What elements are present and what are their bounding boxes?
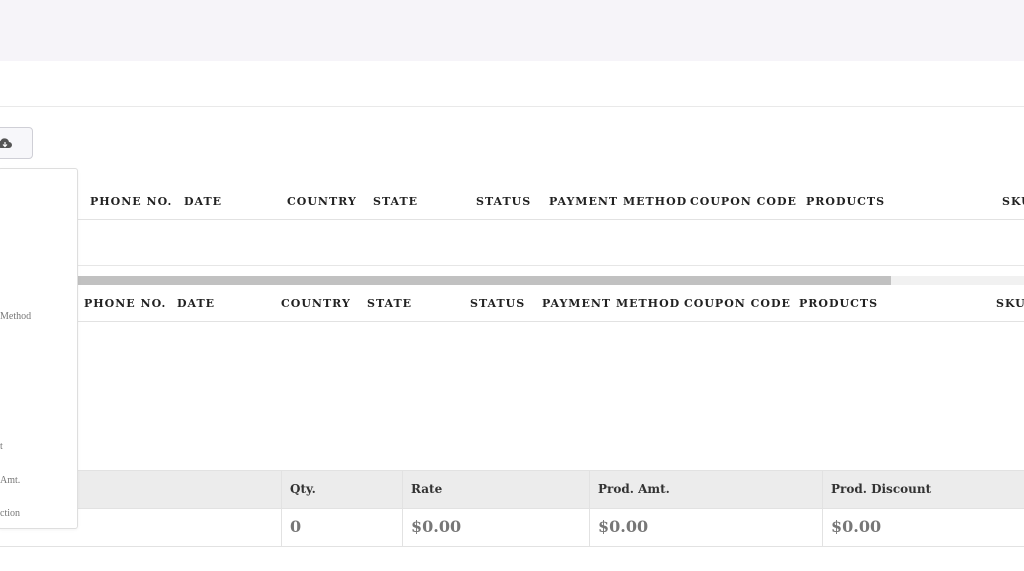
col-date[interactable]: DATE: [177, 297, 215, 310]
export-button[interactable]: [0, 127, 33, 159]
totals-prod-amt-value: $0.00: [598, 517, 649, 536]
col-payment-method[interactable]: PAYMENT METHOD: [542, 297, 680, 310]
col-date[interactable]: DATE: [184, 195, 222, 208]
totals-header: Qty. Rate Prod. Amt. Prod. Discount: [0, 470, 1024, 509]
col-status[interactable]: STATUS: [470, 297, 525, 310]
menu-item-deduction[interactable]: ction: [0, 508, 20, 519]
menu-item-partial[interactable]: t: [0, 441, 3, 452]
table-empty-body: [0, 265, 1024, 266]
column-visibility-menu: Method t Amt. ction: [0, 168, 78, 529]
totals-prod-amt-header: Prod. Amt.: [598, 482, 670, 496]
col-status[interactable]: STATUS: [476, 195, 531, 208]
totals-rate-value: $0.00: [411, 517, 462, 536]
horizontal-scrollbar[interactable]: [78, 276, 1024, 285]
menu-item-amount[interactable]: Amt.: [0, 475, 20, 486]
col-phone-no[interactable]: PHONE NO.: [84, 297, 166, 310]
top-bar: [0, 0, 1024, 61]
table-header: PHONE NO. DATE COUNTRY STATE STATUS PAYM…: [0, 184, 1024, 220]
col-coupon-code[interactable]: COUPON CODE: [684, 297, 791, 310]
menu-item-payment-method[interactable]: Method: [0, 311, 31, 322]
col-country[interactable]: COUNTRY: [287, 195, 357, 208]
totals-qty-header: Qty.: [290, 482, 316, 496]
col-state[interactable]: STATE: [367, 297, 412, 310]
totals-rate-header: Rate: [411, 482, 443, 496]
totals-qty-value: 0: [290, 517, 302, 536]
col-phone-no[interactable]: PHONE NO.: [90, 195, 172, 208]
col-products[interactable]: PRODUCTS: [799, 297, 878, 310]
header-divider: [0, 106, 1024, 107]
col-country[interactable]: COUNTRY: [281, 297, 351, 310]
cloud-download-icon: [0, 138, 12, 149]
col-products[interactable]: PRODUCTS: [806, 195, 885, 208]
table-scroll-header: PHONE NO. DATE COUNTRY STATE STATUS PAYM…: [0, 286, 1024, 322]
col-sku[interactable]: SKU: [996, 297, 1024, 310]
col-coupon-code[interactable]: COUPON CODE: [690, 195, 797, 208]
scrollbar-thumb[interactable]: [78, 276, 891, 285]
col-payment-method[interactable]: PAYMENT METHOD: [549, 195, 687, 208]
col-state[interactable]: STATE: [373, 195, 418, 208]
totals-row: 0 $0.00 $0.00 $0.00: [0, 508, 1024, 547]
totals-prod-discount-header: Prod. Discount: [831, 482, 932, 496]
col-sku[interactable]: SKU: [1002, 195, 1024, 208]
totals-prod-discount-value: $0.00: [831, 517, 882, 536]
